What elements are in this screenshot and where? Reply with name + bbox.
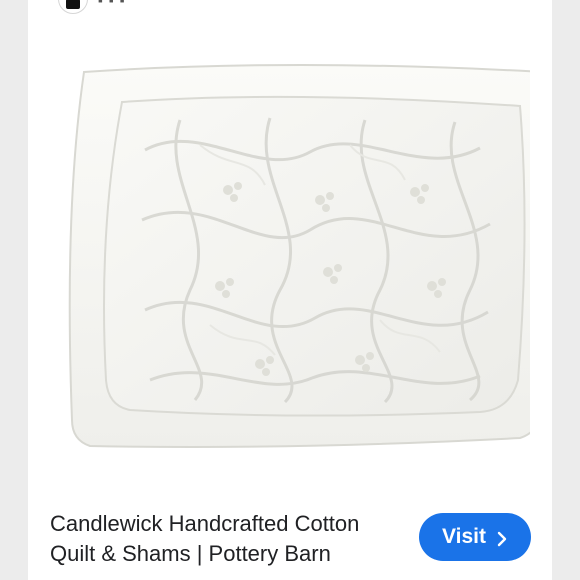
visit-button[interactable]: Visit xyxy=(419,513,531,561)
result-card[interactable]: ▪ ▪ ▪ Candlewick Handcrafted Cotton Quil… xyxy=(28,0,555,580)
product-title-line-1: Candlewick Handcrafted Cotton xyxy=(50,511,360,536)
app-icon-glyph xyxy=(66,0,80,9)
product-title[interactable]: Candlewick Handcrafted Cotton Quilt & Sh… xyxy=(50,509,400,569)
screen: ▪ ▪ ▪ Candlewick Handcrafted Cotton Quil… xyxy=(0,0,580,580)
product-image[interactable] xyxy=(50,60,555,480)
product-title-line-2: Quilt & Shams | Pottery Barn xyxy=(50,541,331,566)
top-strip: ▪ ▪ ▪ xyxy=(28,0,552,14)
app-icon[interactable] xyxy=(58,0,88,14)
truncated-source-text: ▪ ▪ ▪ xyxy=(98,0,126,8)
chevron-right-icon xyxy=(496,529,508,547)
visit-label: Visit xyxy=(442,525,486,548)
pillow-sham-image xyxy=(68,64,555,448)
